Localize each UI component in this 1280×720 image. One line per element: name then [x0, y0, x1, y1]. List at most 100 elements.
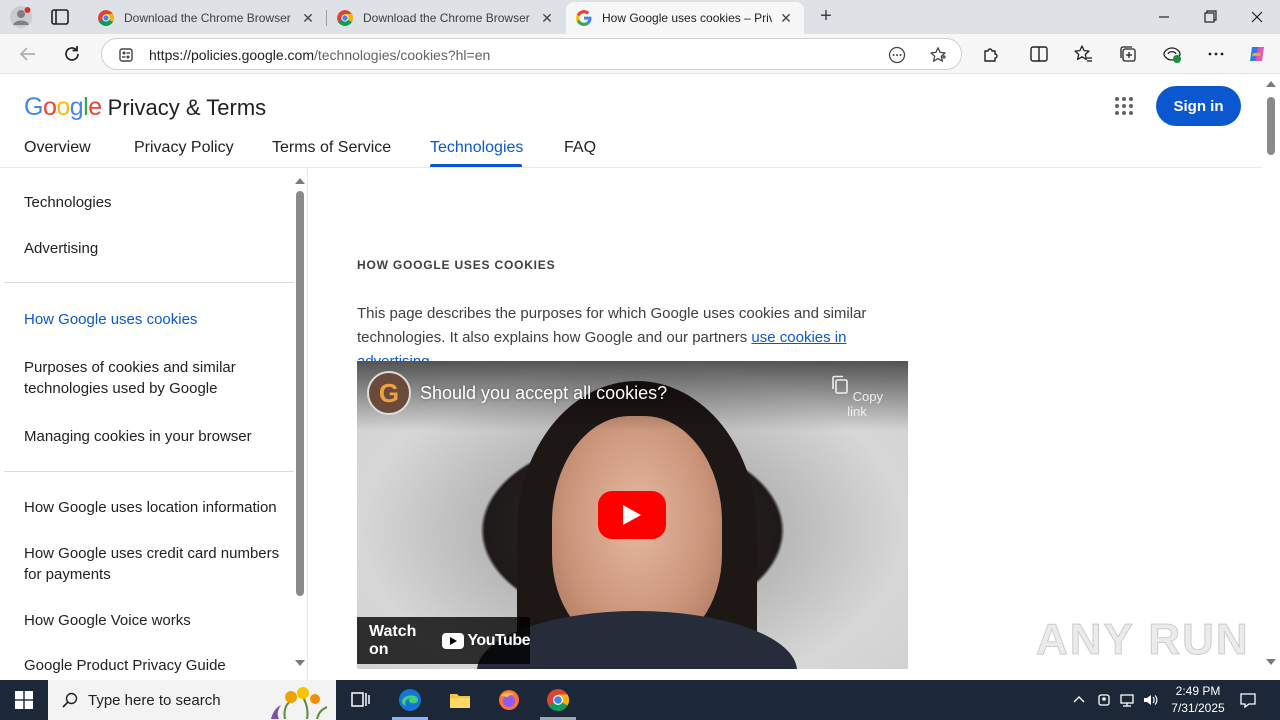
file-explorer-icon[interactable] [448, 688, 472, 712]
sidebar-scrollbar-thumb[interactable] [296, 191, 304, 596]
window-close-icon[interactable] [1245, 6, 1269, 28]
play-button[interactable] [598, 491, 666, 539]
tab-chrome-download-1[interactable]: Download the Chrome Browser for ✕ [88, 2, 326, 34]
clock-time: 2:49 PM [1175, 684, 1221, 698]
sidebar-item-google-voice[interactable]: How Google Voice works [24, 610, 284, 631]
edge-taskbar-icon[interactable] [398, 688, 422, 712]
taskbar-search-placeholder: Type here to search [88, 691, 221, 709]
address-bar[interactable]: https://policies.google.com/technologies… [101, 38, 962, 70]
favorites-icon[interactable] [1073, 44, 1093, 64]
site-logo[interactable]: Google Privacy & Terms [24, 93, 266, 122]
video-title[interactable]: Should you accept all cookies? [420, 383, 667, 404]
nav-terms-of-service[interactable]: Terms of Service [272, 139, 391, 157]
browser-tab-strip: Download the Chrome Browser for ✕ Downlo… [0, 0, 1280, 34]
google-apps-icon[interactable] [1114, 96, 1134, 116]
back-icon[interactable] [17, 43, 39, 65]
copy-link-label: Copy link [847, 389, 883, 419]
sidebar-divider [4, 282, 294, 283]
sidebar-scroll-down-icon[interactable] [295, 660, 305, 666]
profile-icon[interactable] [10, 6, 32, 28]
favorite-star-icon[interactable] [929, 46, 947, 64]
page-scroll-up-icon[interactable] [1266, 81, 1276, 87]
tab-title: Download the Chrome Browser for [363, 11, 533, 25]
watch-on-youtube-button[interactable]: Watch on YouTube [357, 617, 530, 664]
site-info-icon[interactable] [118, 47, 134, 63]
tab-actions-icon[interactable] [50, 8, 70, 26]
sidebar-item-how-google-uses-cookies[interactable]: How Google uses cookies [24, 309, 284, 330]
sidebar-item-managing-cookies[interactable]: Managing cookies in your browser [24, 426, 284, 447]
chrome-icon [337, 10, 353, 26]
sidebar-item-technologies[interactable]: Technologies [24, 192, 284, 213]
sidebar-scroll-up-icon[interactable] [295, 178, 305, 184]
collections-icon[interactable] [1118, 44, 1138, 64]
page-scrollbar[interactable] [1262, 75, 1280, 680]
channel-avatar[interactable]: G [367, 371, 411, 415]
browser-toolbar: https://policies.google.com/technologies… [0, 34, 1280, 74]
notifications-icon[interactable] [1239, 691, 1257, 709]
taskbar-search-box[interactable]: Type here to search [48, 680, 336, 720]
chrome-icon [98, 10, 114, 26]
sidebar-divider [4, 471, 294, 472]
minimize-icon[interactable] [1152, 6, 1176, 28]
chrome-taskbar-icon[interactable] [546, 688, 570, 712]
play-icon [623, 505, 641, 525]
browser-essentials-icon[interactable] [1162, 44, 1182, 64]
youtube-play-icon [442, 632, 465, 649]
sidebar-item-purposes-of-cookies[interactable]: Purposes of cookies and similar technolo… [24, 357, 284, 399]
page-scrollbar-thumb[interactable] [1267, 97, 1275, 155]
nav-privacy-policy[interactable]: Privacy Policy [134, 139, 234, 157]
sidebar-item-product-privacy-guide[interactable]: Google Product Privacy Guide [24, 655, 284, 676]
nav-faq[interactable]: FAQ [564, 139, 596, 157]
close-icon[interactable]: ✕ [778, 10, 794, 26]
sidebar: Technologies Advertising How Google uses… [4, 168, 308, 680]
network-icon[interactable] [1119, 692, 1135, 708]
main-nav: Overview Privacy Policy Terms of Service… [0, 135, 1262, 168]
copy-icon [832, 375, 848, 394]
windows-start-icon[interactable] [15, 691, 33, 709]
watermark-text: ANY RUN [1036, 615, 1250, 665]
section-eyebrow: HOW GOOGLE USES COOKIES [357, 258, 556, 272]
tab-title: Download the Chrome Browser for [124, 11, 294, 25]
search-highlight-flowers-icon [270, 687, 328, 719]
sign-in-button[interactable]: Sign in [1156, 86, 1241, 126]
split-screen-icon[interactable] [1029, 44, 1049, 64]
sidebar-item-advertising[interactable]: Advertising [24, 238, 284, 259]
refresh-icon[interactable] [61, 43, 83, 65]
close-icon[interactable]: ✕ [539, 10, 555, 26]
copy-link-button[interactable]: Copy link [827, 375, 887, 419]
nav-technologies[interactable]: Technologies [430, 139, 523, 157]
url-path: /technologies/cookies?hl=en [313, 47, 491, 63]
restore-icon[interactable] [1198, 6, 1222, 28]
page-scroll-down-icon[interactable] [1266, 659, 1276, 665]
search-icon [62, 692, 78, 708]
active-tab-indicator [430, 164, 522, 167]
youtube-logo: YouTube [442, 632, 530, 650]
new-tab-button[interactable]: + [815, 6, 837, 28]
meet-now-icon[interactable] [1096, 692, 1112, 708]
tab-chrome-download-2[interactable]: Download the Chrome Browser for ✕ [327, 2, 565, 34]
google-logo: Google [24, 93, 102, 121]
more-menu-icon[interactable] [1206, 44, 1226, 64]
url-host: https://policies.google.com [149, 47, 314, 63]
close-icon[interactable]: ✕ [300, 10, 316, 26]
firefox-icon[interactable] [497, 688, 521, 712]
video-player[interactable]: G Should you accept all cookies? Copy li… [357, 361, 908, 669]
task-view-icon[interactable] [348, 688, 372, 712]
windows-taskbar: Type here to search 2:49 PM 7/31/2025 [0, 680, 1280, 720]
clock-date: 7/31/2025 [1171, 701, 1225, 715]
sidebar-item-location-information[interactable]: How Google uses location information [24, 497, 284, 518]
site-title: Privacy & Terms [107, 95, 267, 120]
watch-on-label: Watch on [369, 622, 417, 658]
extensions-icon[interactable] [981, 44, 1001, 64]
nav-overview[interactable]: Overview [24, 139, 91, 157]
show-hidden-icons-icon[interactable] [1071, 692, 1087, 708]
url-text[interactable]: https://policies.google.com/technologies… [149, 47, 490, 63]
tab-google-cookies[interactable]: How Google uses cookies – Privacy ✕ [566, 2, 804, 34]
volume-icon[interactable] [1142, 692, 1158, 708]
sidebar-item-credit-card-numbers[interactable]: How Google uses credit card numbers for … [24, 543, 284, 585]
youtube-label: YouTube [467, 631, 530, 649]
google-icon [576, 10, 592, 26]
reading-mode-icon[interactable] [888, 46, 906, 64]
taskbar-clock[interactable]: 2:49 PM 7/31/2025 [1160, 683, 1236, 717]
copilot-icon[interactable] [1247, 44, 1267, 64]
